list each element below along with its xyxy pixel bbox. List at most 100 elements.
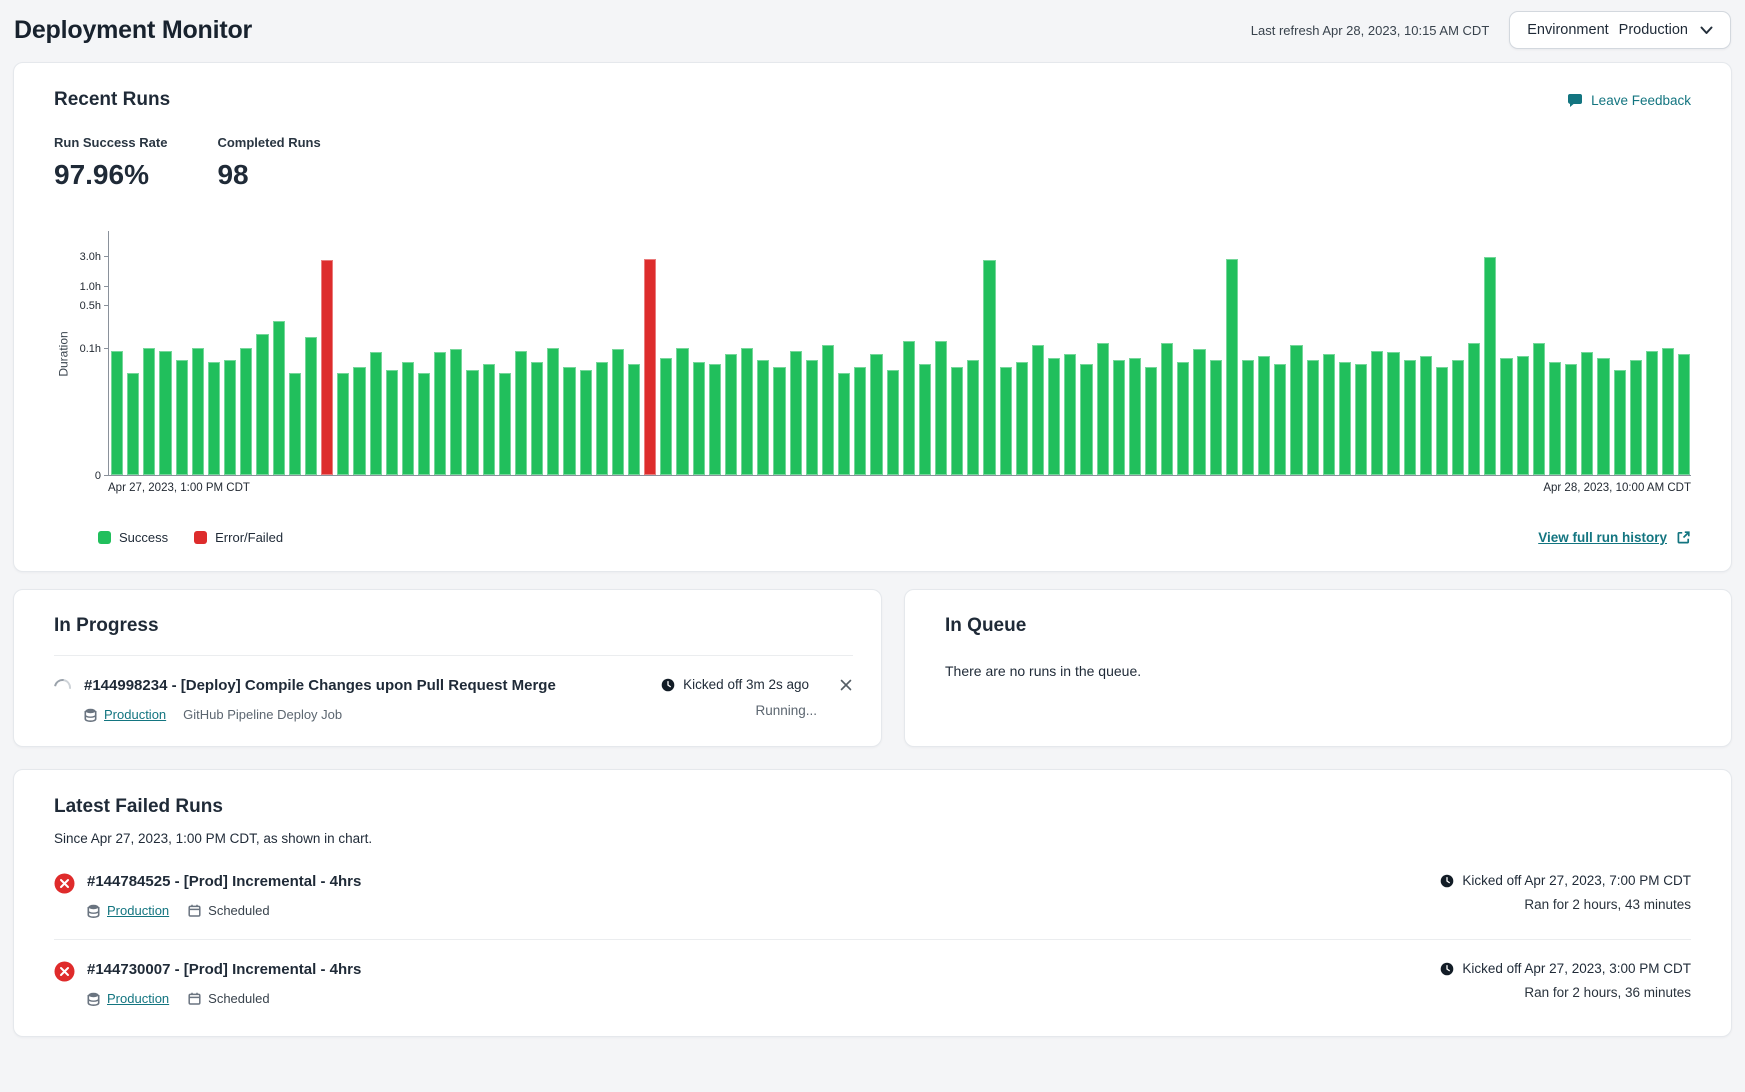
chart-bar-success[interactable] [1355, 364, 1367, 475]
chart-bar-success[interactable] [1662, 348, 1674, 475]
chart-bar-failed[interactable] [644, 259, 656, 475]
chart-bar-success[interactable] [1387, 352, 1399, 475]
chart-bar-success[interactable] [1565, 364, 1577, 475]
chart-bar-success[interactable] [967, 360, 979, 475]
chart-bar-success[interactable] [854, 367, 866, 475]
chart-bar-success[interactable] [1032, 345, 1044, 475]
chart-bar-success[interactable] [1484, 257, 1496, 475]
chart-bar-success[interactable] [434, 352, 446, 475]
chart-bar-success[interactable] [1404, 360, 1416, 475]
chart-bar-success[interactable] [1048, 358, 1060, 475]
chart-bar-success[interactable] [983, 260, 995, 475]
chart-bar-success[interactable] [1323, 354, 1335, 475]
chart-bar-success[interactable] [1500, 358, 1512, 475]
chart-bar-success[interactable] [1064, 354, 1076, 475]
chart-bar-success[interactable] [1210, 360, 1222, 475]
chart-bar-success[interactable] [353, 367, 365, 475]
chart-bar-success[interactable] [515, 351, 527, 475]
chart-bar-success[interactable] [208, 362, 220, 475]
chart-bar-success[interactable] [1193, 349, 1205, 475]
chart-bar-success[interactable] [1533, 343, 1545, 475]
chart-bar-success[interactable] [305, 337, 317, 475]
chart-bar-success[interactable] [143, 348, 155, 475]
chart-bar-success[interactable] [563, 367, 575, 475]
chart-bar-success[interactable] [1339, 362, 1351, 475]
chart-bar-success[interactable] [1517, 356, 1529, 475]
chart-bar-failed[interactable] [321, 260, 333, 475]
chart-bar-success[interactable] [822, 345, 834, 475]
chart-bar-success[interactable] [741, 348, 753, 475]
chart-bar-success[interactable] [1452, 360, 1464, 475]
chart-bar-success[interactable] [1630, 360, 1642, 475]
chart-bar-success[interactable] [1000, 367, 1012, 475]
chart-bar-success[interactable] [531, 362, 543, 475]
chart-bar-success[interactable] [192, 348, 204, 475]
chart-bar-success[interactable] [466, 370, 478, 476]
environment-tag-link[interactable]: Production [104, 707, 166, 722]
chart-bar-success[interactable] [176, 360, 188, 475]
chart-bar-success[interactable] [870, 354, 882, 475]
chart-bar-success[interactable] [499, 373, 511, 475]
chart-bar-success[interactable] [1258, 356, 1270, 475]
chart-bar-success[interactable] [1436, 367, 1448, 475]
chart-bar-success[interactable] [1097, 343, 1109, 475]
environment-select[interactable]: Environment Production [1509, 11, 1731, 49]
chart-bar-success[interactable] [1468, 343, 1480, 475]
chart-bar-success[interactable] [1614, 370, 1626, 476]
leave-feedback-link[interactable]: Leave Feedback [1567, 93, 1691, 108]
chart-bar-success[interactable] [483, 364, 495, 475]
chart-bar-success[interactable] [111, 351, 123, 475]
chart-bar-success[interactable] [224, 360, 236, 475]
chart-bar-success[interactable] [1161, 343, 1173, 475]
chart-bar-success[interactable] [951, 367, 963, 475]
chart-bar-success[interactable] [450, 349, 462, 475]
view-full-run-history-link[interactable]: View full run history [1538, 530, 1691, 545]
chart-bar-success[interactable] [1290, 345, 1302, 475]
chart-bar-success[interactable] [1226, 259, 1238, 475]
chart-bar-success[interactable] [903, 341, 915, 475]
chart-bar-success[interactable] [1371, 351, 1383, 475]
environment-tag-link[interactable]: Production [107, 903, 169, 918]
chart-bar-success[interactable] [676, 348, 688, 475]
chart-bar-success[interactable] [1597, 358, 1609, 475]
chart-bar-success[interactable] [773, 367, 785, 475]
chart-bar-success[interactable] [1242, 360, 1254, 475]
chart-bar-success[interactable] [725, 354, 737, 475]
chart-bar-success[interactable] [418, 373, 430, 475]
chart-bar-success[interactable] [402, 362, 414, 475]
chart-bar-success[interactable] [628, 364, 640, 475]
chart-bar-success[interactable] [386, 370, 398, 476]
chart-bar-success[interactable] [370, 352, 382, 475]
chart-bar-success[interactable] [1016, 362, 1028, 475]
chart-bar-success[interactable] [1113, 360, 1125, 475]
chart-bar-success[interactable] [806, 360, 818, 475]
chart-bar-success[interactable] [1274, 364, 1286, 475]
chart-bar-success[interactable] [240, 348, 252, 475]
chart-bar-success[interactable] [547, 348, 559, 475]
chart-bar-success[interactable] [919, 364, 931, 475]
chart-bar-success[interactable] [1129, 358, 1141, 475]
environment-tag-link[interactable]: Production [107, 991, 169, 1006]
cancel-run-button[interactable] [839, 678, 853, 692]
chart-bar-success[interactable] [1145, 367, 1157, 475]
chart-bar-success[interactable] [580, 370, 592, 476]
chart-bar-success[interactable] [1678, 354, 1690, 475]
chart-bar-success[interactable] [935, 341, 947, 475]
chart-bar-success[interactable] [612, 349, 624, 475]
chart-bar-success[interactable] [1080, 364, 1092, 475]
chart-bar-success[interactable] [256, 334, 268, 475]
chart-bar-success[interactable] [709, 364, 721, 475]
chart-bar-success[interactable] [159, 351, 171, 475]
chart-bar-success[interactable] [1581, 352, 1593, 475]
chart-bar-success[interactable] [1307, 360, 1319, 475]
chart-bar-success[interactable] [289, 373, 301, 475]
chart-bar-success[interactable] [337, 373, 349, 475]
chart-bar-success[interactable] [596, 362, 608, 475]
chart-bar-success[interactable] [838, 373, 850, 475]
chart-bar-success[interactable] [757, 360, 769, 475]
chart-bar-success[interactable] [790, 351, 802, 475]
chart-bar-success[interactable] [887, 370, 899, 476]
chart-bar-success[interactable] [660, 358, 672, 475]
chart-bar-success[interactable] [1177, 362, 1189, 475]
chart-bar-success[interactable] [693, 362, 705, 475]
